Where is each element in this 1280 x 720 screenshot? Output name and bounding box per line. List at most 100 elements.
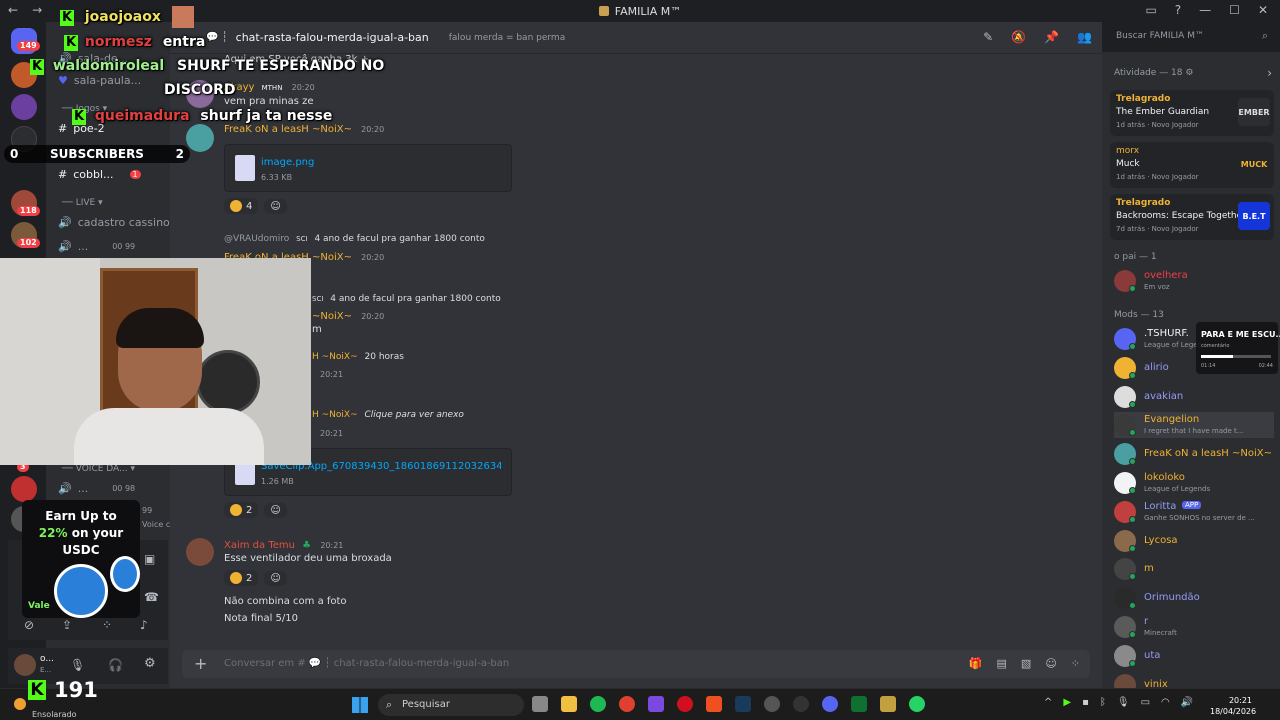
channel-category[interactable]: ── VOICE DA... ▾ [62,464,135,474]
app-icon[interactable] [851,696,867,712]
network-icon[interactable]: ▭ [1141,697,1150,708]
add-reaction-button[interactable]: ☺ [264,502,287,518]
maximize-button[interactable]: ☐ [1229,3,1240,17]
windows-start-icon[interactable] [352,697,368,713]
author-name[interactable]: ~NoiX~ [312,311,352,322]
reply-user[interactable]: H ~NoiX~ [312,352,358,362]
gif-icon[interactable]: ▤ [997,657,1007,670]
clock[interactable]: 20:21 18/04/2026 [1210,695,1256,717]
channel-topic[interactable]: falou merda = ban perma [449,33,565,43]
chevron-up-icon[interactable]: ^ [1044,697,1052,708]
file-attachment[interactable]: image.png 6.33 KB [224,144,512,192]
member-item[interactable]: r Minecraft [1114,614,1274,640]
play-icon[interactable]: ▶ [1063,697,1071,708]
mic-icon[interactable]: 🎙 [1117,697,1130,708]
settings-gear-icon[interactable]: ⚙ [144,656,156,671]
add-reaction-button[interactable]: ☺ [264,198,287,214]
minimize-button[interactable]: — [1199,3,1211,17]
reaction-chip[interactable]: 4 [224,198,259,214]
app-icon[interactable] [648,696,664,712]
whatsapp-icon[interactable] [909,696,925,712]
avatar[interactable] [186,124,214,152]
channel-item[interactable]: 🔊... 00 99 [58,240,135,253]
channel-category[interactable]: ── LIVE ▾ [62,198,103,208]
add-attachment-icon[interactable]: + [194,654,207,673]
members-icon[interactable]: 👥 [1077,30,1092,44]
member-item[interactable]: ovelhera Em voz [1114,268,1274,294]
reaction-chip[interactable]: 2 [224,570,259,586]
close-button[interactable]: ✕ [1258,3,1268,17]
ad-banner[interactable]: Earn Up to 22% on your USDC Vale [22,500,140,618]
member-item[interactable]: Loritta APP Ganhe SONHOS no server de ... [1114,499,1274,525]
tray-app-icon[interactable]: ▪ [1082,697,1089,708]
author-name[interactable]: Xaim da Temu [224,540,295,551]
activity-card[interactable]: Trelagrado Backrooms: Escape Together 7d… [1110,194,1274,240]
threads-icon[interactable]: ✎ [983,30,993,44]
headset-icon[interactable]: 🎧 [108,658,123,672]
soundboard-icon[interactable]: ♪ [140,618,148,632]
screen-share-icon[interactable]: ▣ [144,552,155,566]
add-reaction-button[interactable]: ☺ [264,570,287,586]
channel-item[interactable]: # cobbl... 1 [58,168,141,181]
chevron-right-icon[interactable]: › [1267,66,1272,80]
reply-user[interactable]: @VRAUdomiro [224,234,289,244]
reply-user[interactable]: H ~NoiX~ [312,410,358,420]
emoji-icon[interactable]: ☺ [1045,657,1056,670]
channel-item[interactable]: 🔊 cadastro cassino [58,216,170,229]
member-item[interactable]: Evangelion I regret that I have made t... [1114,412,1274,439]
activity-card[interactable]: Trelagrado The Ember Guardian 1d atrás ·… [1110,90,1274,136]
channel-item[interactable]: 99 [142,506,152,515]
chrome-icon[interactable] [619,696,635,712]
help-icon[interactable]: ? [1175,3,1181,17]
task-view-icon[interactable] [532,696,548,712]
app-icon[interactable] [880,696,896,712]
author-name[interactable]: FreaK oN a leasH ~NoiX~ [224,124,352,135]
file-name[interactable]: image.png [261,157,314,168]
member-item[interactable]: m [1114,556,1274,582]
member-item[interactable]: uta [1114,643,1274,669]
brave-icon[interactable] [706,696,722,712]
disconnect-icon[interactable]: ☎ [144,590,159,604]
gift-icon[interactable]: 🎁 [969,657,983,670]
member-item[interactable]: Lycosa [1114,528,1274,554]
wifi-icon[interactable]: ◠ [1161,697,1170,708]
gear-icon[interactable]: ⚙ [1185,68,1193,78]
opera-icon[interactable] [677,696,693,712]
activity-card[interactable]: morx Muck 1d atrás · Novo Jogador MUCK [1110,142,1274,188]
server-icon[interactable] [11,94,37,120]
member-item[interactable]: FreaK oN a leasH ~NoiX~ [1114,441,1274,467]
avatar[interactable] [14,654,36,676]
member-item[interactable]: avakian [1114,384,1274,410]
spotify-icon[interactable] [590,696,606,712]
volume-icon[interactable]: 🔊 [1181,697,1193,708]
member-item[interactable]: vinix [1114,672,1274,688]
server-icon[interactable] [11,476,37,502]
bluetooth-icon[interactable]: ᛒ [1100,697,1106,708]
member-item[interactable]: lokoloko League of Legends [1114,470,1274,496]
activities-icon[interactable]: ⁘ [102,618,112,632]
microphone-icon[interactable]: 🎙 [70,658,85,672]
sticker-icon[interactable]: ▧ [1021,657,1031,670]
message-composer[interactable]: + Conversar em # 💬 ┆ chat-rasta-falou-me… [182,650,1090,678]
share-icon[interactable]: ⇪ [62,618,72,632]
pin-icon[interactable]: 📌 [1044,30,1059,44]
back-arrow-icon[interactable]: ← [8,3,18,17]
apps-icon[interactable]: ⁘ [1071,657,1080,670]
file-explorer-icon[interactable] [561,696,577,712]
channel-item[interactable]: ♥ sala-paula... [58,74,141,87]
inbox-icon[interactable]: ▭ [1145,3,1156,17]
app-icon[interactable] [764,696,780,712]
forward-arrow-icon[interactable]: → [32,3,42,17]
taskbar-search[interactable]: ⌕ Pesquisar [378,694,524,716]
reaction-chip[interactable]: 2 [224,502,259,518]
steam-icon[interactable] [735,696,751,712]
reply-text[interactable]: Clique para ver anexo [365,410,464,420]
app-icon[interactable] [793,696,809,712]
avatar[interactable] [186,538,214,566]
channel-item[interactable]: 🔊... 00 98 [58,482,135,495]
composer-input[interactable]: Conversar em # 💬 ┆ chat-rasta-falou-merd… [224,658,509,669]
search-input[interactable]: Buscar FAMILIA M™ ⌕ [1110,27,1274,47]
discord-icon[interactable] [822,696,838,712]
member-item[interactable]: Orimundão [1114,585,1274,611]
notifications-off-icon[interactable]: 🔕 [1011,30,1026,44]
